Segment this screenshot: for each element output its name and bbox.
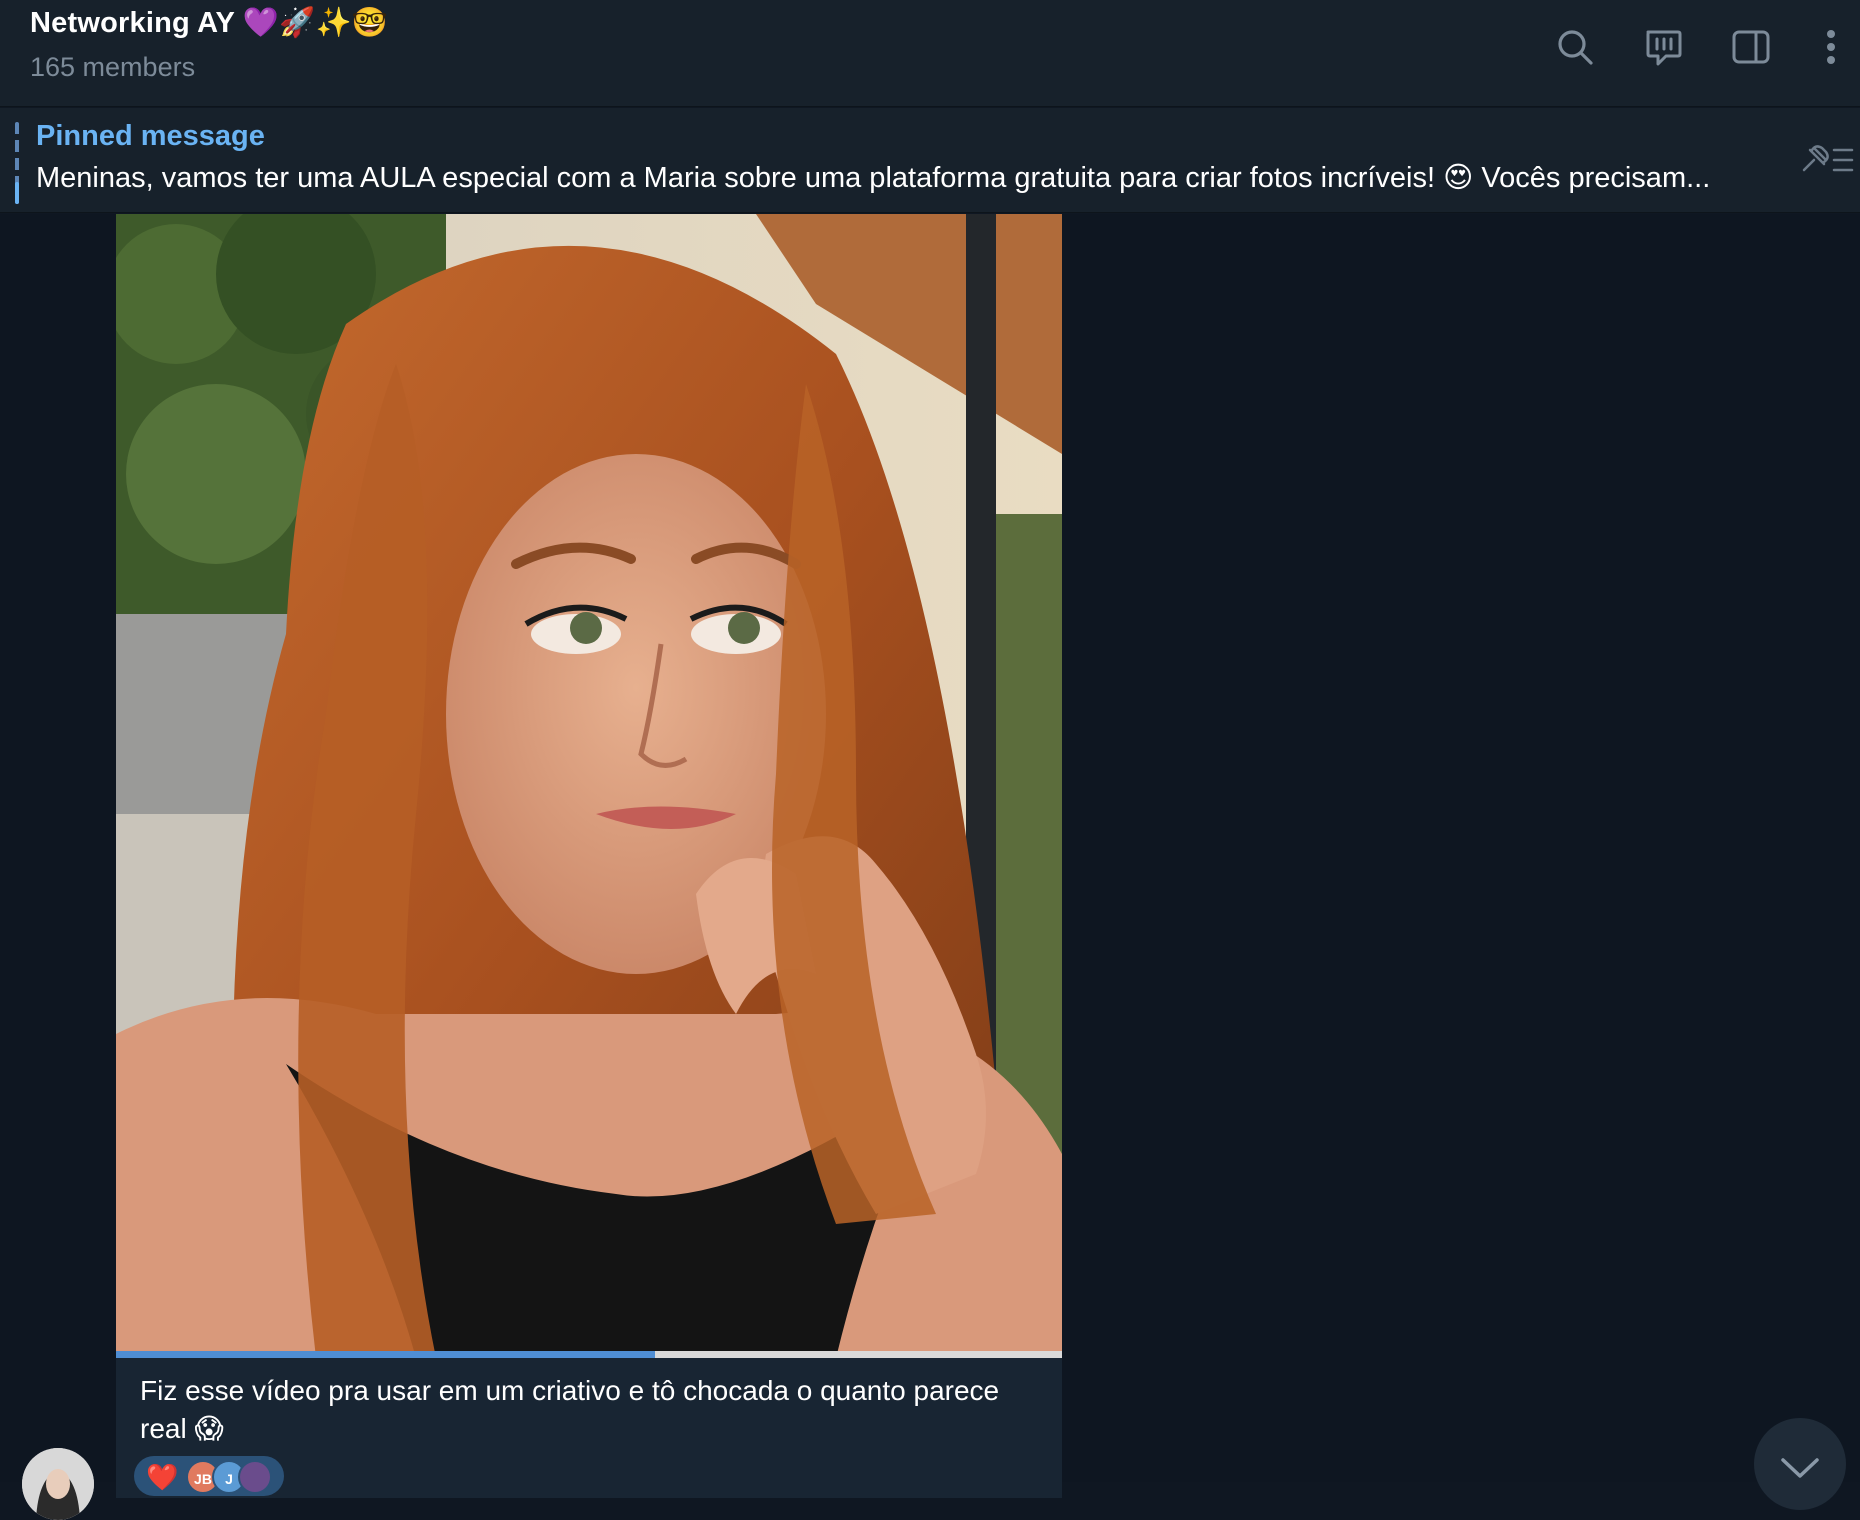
scroll-to-bottom-button[interactable] — [1754, 1418, 1846, 1510]
sidebar-toggle-icon[interactable] — [1728, 24, 1774, 70]
reactor-avatar — [238, 1460, 272, 1494]
pinned-message-bar[interactable]: Pinned message Meninas, vamos ter uma AU… — [0, 108, 1860, 213]
heart-reaction-icon: ❤️ — [146, 1462, 179, 1492]
pinned-label: Pinned message — [36, 120, 265, 152]
chevron-down-icon — [1781, 1458, 1819, 1478]
avatar[interactable] — [22, 1448, 94, 1520]
pinned-list-icon[interactable] — [1796, 140, 1856, 180]
chat-title[interactable]: Networking AY 💜🚀✨🤓 — [30, 6, 388, 40]
pinned-indicator-active — [15, 182, 19, 204]
video-frame — [116, 214, 1062, 1358]
message-bubble: Fiz esse vídeo pra usar em um criativo e… — [116, 1358, 1062, 1498]
search-icon[interactable] — [1552, 24, 1598, 70]
message-caption: Fiz esse vídeo pra usar em um criativo e… — [140, 1375, 1000, 1444]
video-progress-fill — [116, 1351, 656, 1358]
member-count[interactable]: 165 members — [30, 52, 195, 83]
reactions-bar[interactable]: ❤️ JB J — [134, 1456, 284, 1496]
video-message[interactable] — [116, 214, 1062, 1358]
video-chat-icon[interactable] — [1640, 24, 1686, 70]
chat-header: Networking AY 💜🚀✨🤓 165 members — [0, 0, 1860, 107]
pinned-text: Meninas, vamos ter uma AULA especial com… — [36, 162, 1711, 194]
video-progress-track[interactable] — [116, 1351, 1062, 1358]
more-options-icon[interactable] — [1808, 24, 1854, 70]
